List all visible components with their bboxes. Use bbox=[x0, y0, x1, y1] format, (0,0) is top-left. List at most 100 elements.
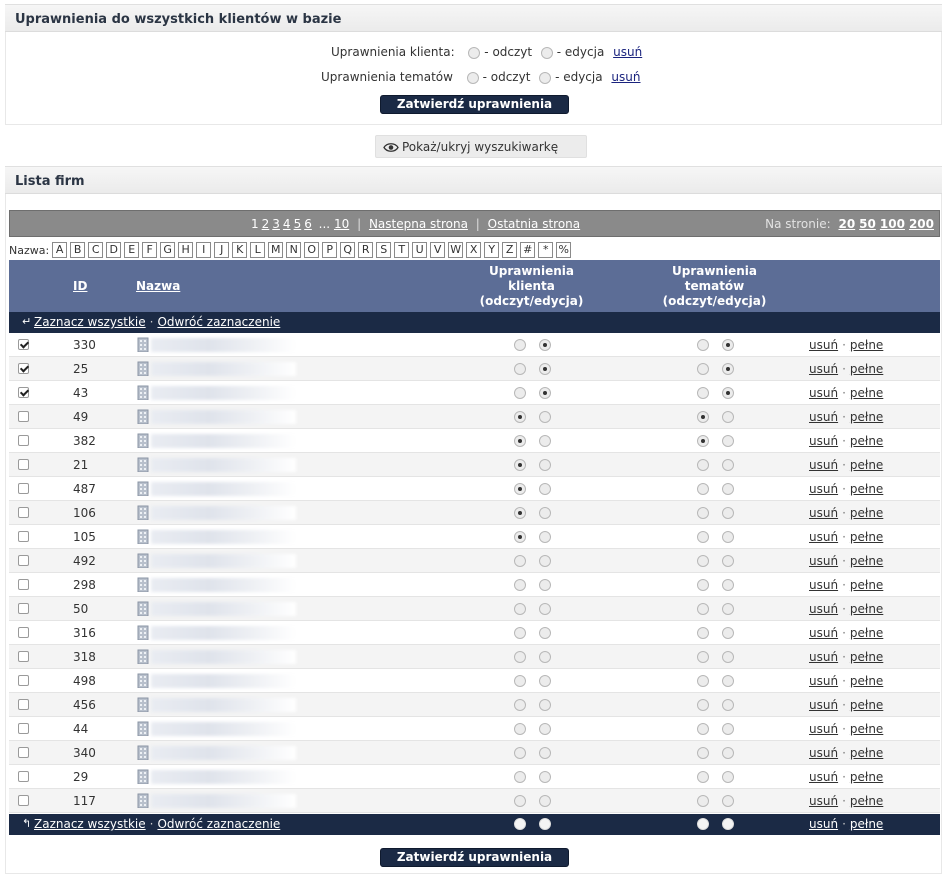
company-name-redacted[interactable] bbox=[151, 554, 296, 568]
row-select-checkbox[interactable] bbox=[18, 483, 29, 494]
alphabet-letter-button[interactable]: % bbox=[556, 242, 572, 258]
company-name-redacted[interactable] bbox=[151, 482, 296, 496]
company-name-redacted[interactable] bbox=[151, 674, 296, 688]
alphabet-letter-button[interactable]: X bbox=[466, 242, 482, 258]
page-link[interactable]: 5 bbox=[294, 217, 302, 231]
row-full-link[interactable]: pełne bbox=[850, 362, 883, 376]
page-link[interactable]: 2 bbox=[262, 217, 270, 231]
row-select-checkbox[interactable] bbox=[18, 699, 29, 710]
sort-by-id-link[interactable]: ID bbox=[73, 279, 87, 293]
per-page-option[interactable]: 200 bbox=[909, 217, 934, 231]
topic-read-radio[interactable] bbox=[697, 411, 709, 423]
alphabet-letter-button[interactable]: K bbox=[232, 242, 248, 258]
client-edit-radio[interactable] bbox=[539, 627, 551, 639]
row-select-checkbox[interactable] bbox=[18, 627, 29, 638]
row-full-link[interactable]: pełne bbox=[850, 338, 883, 352]
client-edit-radio[interactable] bbox=[539, 411, 551, 423]
client-read-radio[interactable] bbox=[514, 555, 526, 567]
row-select-checkbox[interactable] bbox=[18, 771, 29, 782]
page-link[interactable]: 4 bbox=[283, 217, 291, 231]
client-read-radio[interactable] bbox=[514, 699, 526, 711]
client-read-radio[interactable] bbox=[468, 46, 481, 59]
topic-read-radio[interactable] bbox=[697, 483, 709, 495]
company-name-redacted[interactable] bbox=[151, 770, 296, 784]
row-remove-link[interactable]: usuń bbox=[809, 362, 838, 376]
row-remove-link[interactable]: usuń bbox=[809, 650, 838, 664]
row-remove-link[interactable]: usuń bbox=[809, 770, 838, 784]
row-full-link[interactable]: pełne bbox=[850, 674, 883, 688]
company-name-redacted[interactable] bbox=[151, 602, 296, 616]
row-full-link[interactable]: pełne bbox=[850, 434, 883, 448]
topic-read-radio[interactable] bbox=[697, 339, 709, 351]
client-edit-radio[interactable] bbox=[539, 387, 551, 399]
client-edit-radio[interactable] bbox=[539, 651, 551, 663]
sort-by-name-link[interactable]: Nazwa bbox=[136, 279, 180, 293]
client-edit-radio[interactable] bbox=[539, 771, 551, 783]
row-remove-link[interactable]: usuń bbox=[809, 506, 838, 520]
company-name-redacted[interactable] bbox=[151, 434, 296, 448]
client-edit-radio[interactable] bbox=[539, 507, 551, 519]
topic-read-radio[interactable] bbox=[697, 699, 709, 711]
per-page-option[interactable]: 100 bbox=[880, 217, 905, 231]
invert-selection-link-bottom[interactable]: Odwróć zaznaczenie bbox=[157, 817, 280, 831]
row-full-link[interactable]: pełne bbox=[850, 770, 883, 784]
topic-edit-radio[interactable] bbox=[539, 71, 552, 84]
row-remove-link[interactable]: usuń bbox=[809, 794, 838, 808]
row-select-checkbox[interactable] bbox=[18, 459, 29, 470]
alphabet-letter-button[interactable]: B bbox=[70, 242, 86, 258]
company-name-redacted[interactable] bbox=[151, 458, 296, 472]
topic-read-radio[interactable] bbox=[697, 723, 709, 735]
client-read-radio[interactable] bbox=[514, 651, 526, 663]
company-name-redacted[interactable] bbox=[151, 722, 296, 736]
topic-edit-radio[interactable] bbox=[722, 699, 734, 711]
client-edit-radio[interactable] bbox=[539, 603, 551, 615]
alphabet-letter-button[interactable]: G bbox=[160, 242, 176, 258]
row-select-checkbox[interactable] bbox=[18, 507, 29, 518]
alphabet-letter-button[interactable]: W bbox=[448, 242, 464, 258]
row-select-checkbox[interactable] bbox=[18, 723, 29, 734]
alphabet-letter-button[interactable]: R bbox=[358, 242, 374, 258]
topic-edit-radio[interactable] bbox=[722, 411, 734, 423]
row-remove-link[interactable]: usuń bbox=[809, 602, 838, 616]
client-edit-radio[interactable] bbox=[539, 795, 551, 807]
row-full-link[interactable]: pełne bbox=[850, 578, 883, 592]
row-select-checkbox[interactable] bbox=[18, 387, 29, 398]
alphabet-letter-button[interactable]: F bbox=[142, 242, 158, 258]
topic-edit-radio[interactable] bbox=[722, 531, 734, 543]
row-remove-link[interactable]: usuń bbox=[809, 554, 838, 568]
company-name-redacted[interactable] bbox=[151, 650, 296, 664]
row-full-link[interactable]: pełne bbox=[850, 602, 883, 616]
topic-read-radio[interactable] bbox=[466, 71, 479, 84]
bulk-client-read-radio[interactable] bbox=[514, 818, 526, 830]
row-remove-link[interactable]: usuń bbox=[809, 674, 838, 688]
row-select-checkbox[interactable] bbox=[18, 411, 29, 422]
client-read-radio[interactable] bbox=[514, 723, 526, 735]
alphabet-letter-button[interactable]: M bbox=[268, 242, 284, 258]
row-remove-link[interactable]: usuń bbox=[809, 722, 838, 736]
company-name-redacted[interactable] bbox=[151, 746, 296, 760]
client-read-radio[interactable] bbox=[514, 627, 526, 639]
topic-read-radio[interactable] bbox=[697, 507, 709, 519]
search-toggle-button[interactable]: Pokaż/ukryj wyszukiwarkę bbox=[375, 135, 587, 158]
row-full-link[interactable]: pełne bbox=[850, 650, 883, 664]
row-full-link[interactable]: pełne bbox=[850, 746, 883, 760]
row-full-link[interactable]: pełne bbox=[850, 794, 883, 808]
client-read-radio[interactable] bbox=[514, 387, 526, 399]
select-all-link-bottom[interactable]: Zaznacz wszystkie bbox=[34, 817, 146, 831]
client-read-radio[interactable] bbox=[514, 531, 526, 543]
row-select-checkbox[interactable] bbox=[18, 435, 29, 446]
row-remove-link[interactable]: usuń bbox=[809, 698, 838, 712]
topic-edit-radio[interactable] bbox=[722, 771, 734, 783]
row-select-checkbox[interactable] bbox=[18, 579, 29, 590]
alphabet-letter-button[interactable]: * bbox=[538, 242, 554, 258]
company-name-redacted[interactable] bbox=[151, 794, 296, 808]
alphabet-letter-button[interactable]: O bbox=[304, 242, 320, 258]
client-read-radio[interactable] bbox=[514, 795, 526, 807]
client-edit-radio[interactable] bbox=[539, 699, 551, 711]
topic-read-radio[interactable] bbox=[697, 531, 709, 543]
topic-edit-radio[interactable] bbox=[722, 795, 734, 807]
client-edit-radio[interactable] bbox=[539, 555, 551, 567]
row-remove-link[interactable]: usuń bbox=[809, 482, 838, 496]
row-full-link[interactable]: pełne bbox=[850, 410, 883, 424]
client-edit-radio[interactable] bbox=[539, 435, 551, 447]
